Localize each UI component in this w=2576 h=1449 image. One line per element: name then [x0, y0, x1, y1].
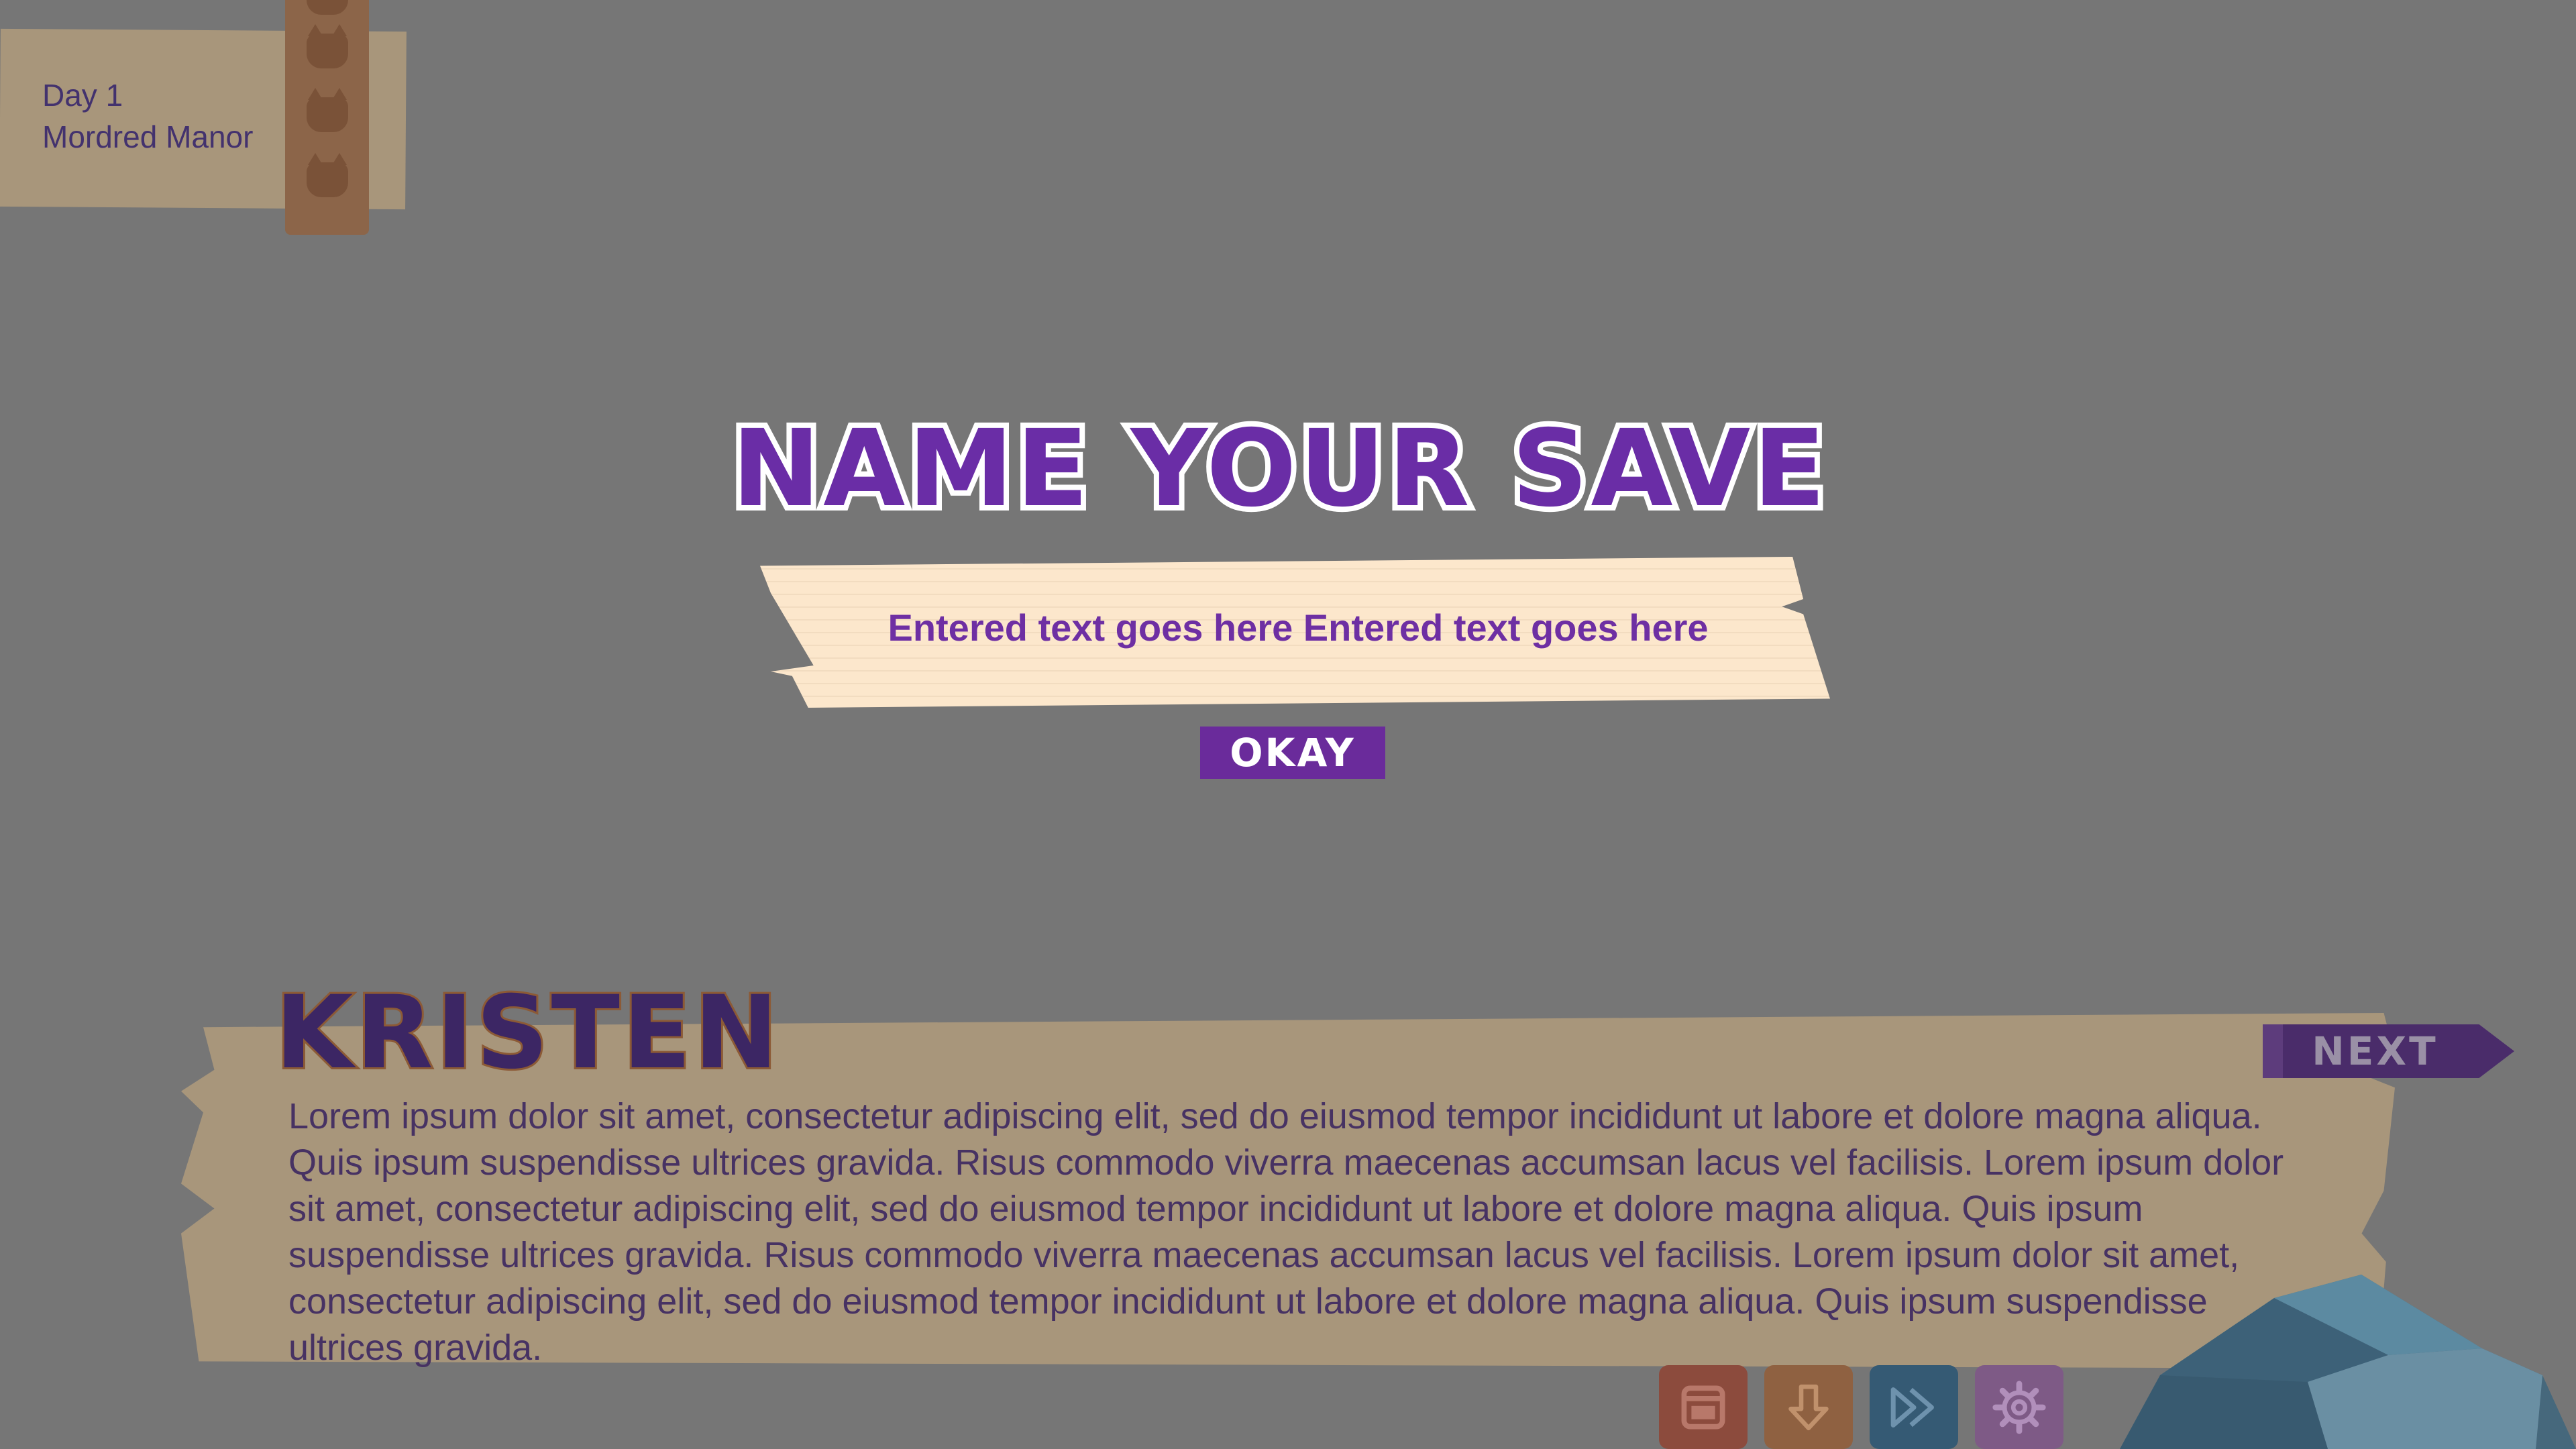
okay-button[interactable]: OKAY	[1200, 727, 1385, 779]
name-save-dialog: NAME YOUR SAVE OKAY	[0, 0, 2576, 1449]
dialog-title: NAME YOUR SAVE	[727, 407, 1831, 531]
okay-button-label: OKAY	[1230, 730, 1356, 775]
game-screen: Day 1 Mordred Manor KRISTEN Lorem ipsum …	[0, 0, 2576, 1449]
save-name-input[interactable]	[792, 590, 1805, 664]
